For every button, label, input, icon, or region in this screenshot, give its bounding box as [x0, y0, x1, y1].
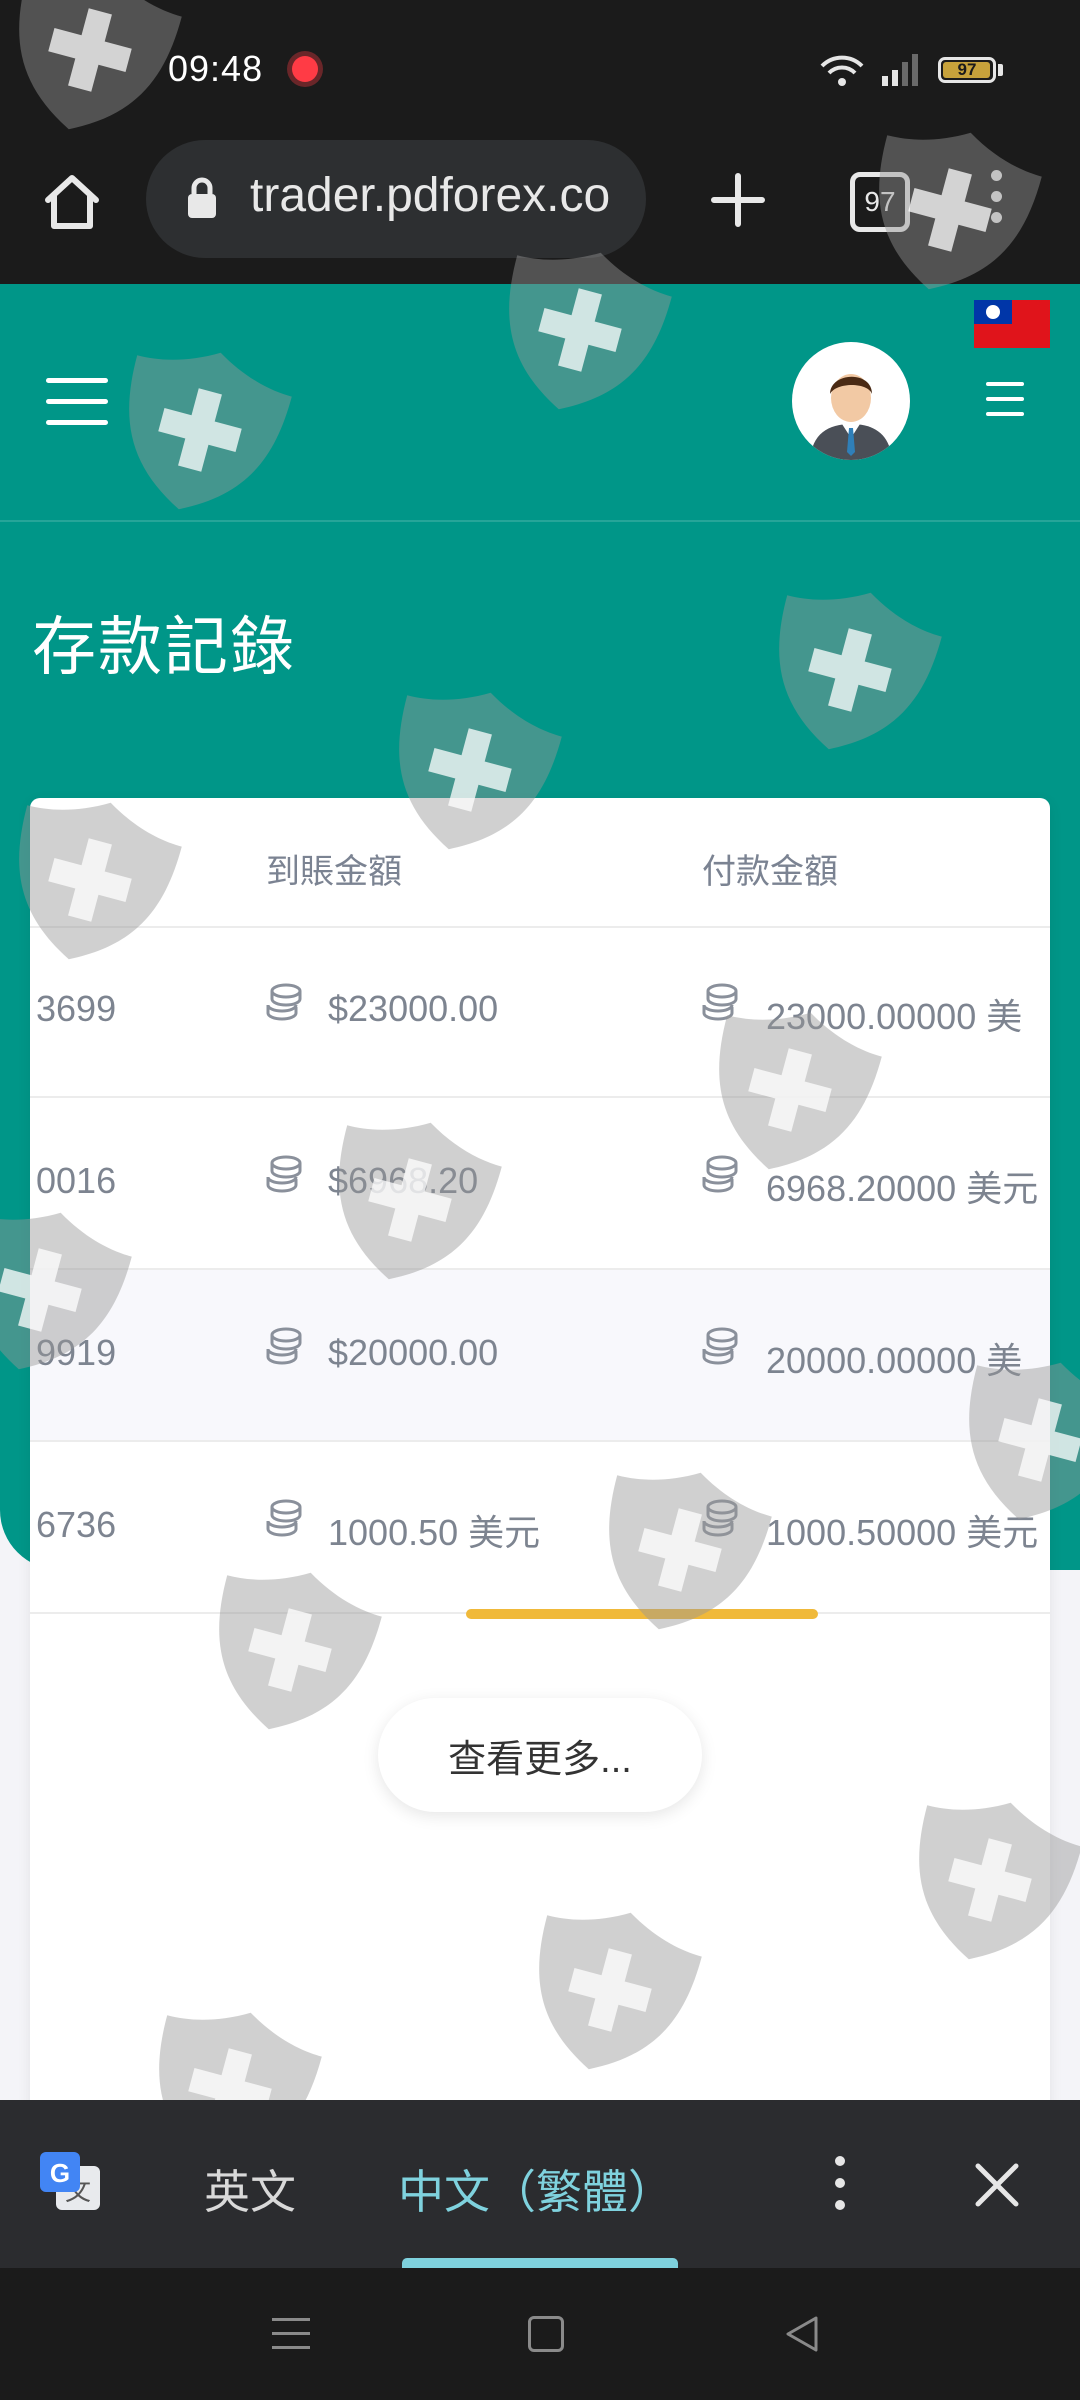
- wifi-icon: [820, 55, 864, 86]
- coins-icon: [266, 1327, 302, 1365]
- table-row[interactable]: 3699 $23000.00 23000.00000 美: [30, 926, 1050, 1098]
- row-id: 0016: [36, 1160, 117, 1201]
- status-time: 09:48: [168, 48, 264, 89]
- column-header-received: 到賬金額: [266, 853, 402, 891]
- table-header: 到賬金額 付款金額: [30, 798, 1050, 928]
- coins-icon: [266, 1155, 302, 1193]
- received-amount: $20000.00: [328, 1332, 499, 1373]
- svg-text:G: G: [50, 2158, 70, 2188]
- close-icon[interactable]: [972, 2160, 1022, 2210]
- more-vert-icon[interactable]: [984, 170, 1008, 230]
- home-icon[interactable]: [40, 170, 104, 234]
- coins-icon: [702, 1499, 738, 1537]
- table-row[interactable]: 0016 $6968.20 6968.20000 美元: [30, 1098, 1050, 1270]
- table-row[interactable]: 6736 1000.50 美元 1000.50000 美元: [30, 1442, 1050, 1614]
- page-title: 存款記錄: [32, 611, 296, 683]
- taiwan-flag-icon[interactable]: [974, 300, 1050, 348]
- avatar[interactable]: [792, 342, 910, 460]
- recent-apps-icon[interactable]: [272, 2318, 310, 2352]
- main-menu-icon[interactable]: [986, 382, 1024, 418]
- translate-bar: 文 G 英文 中文（繁體）: [0, 2100, 1080, 2268]
- battery-icon: 97: [938, 57, 996, 83]
- home-nav-icon[interactable]: [528, 2316, 564, 2352]
- back-icon[interactable]: [784, 2314, 820, 2354]
- coins-icon: [702, 1155, 738, 1193]
- battery-tip: [998, 64, 1003, 76]
- target-language-tab[interactable]: 中文（繁體）: [398, 2156, 674, 2222]
- more-vert-icon[interactable]: [830, 2156, 850, 2210]
- paid-amount: 1000.50000 美元: [766, 1512, 1039, 1553]
- paid-amount: 6968.20000 美元: [766, 1168, 1039, 1209]
- row-id: 9919: [36, 1332, 117, 1373]
- deposit-records-card: 到賬金額 付款金額 3699 $23000.00 23000.00000 美 0…: [30, 798, 1050, 2138]
- coins-icon: [266, 983, 302, 1021]
- recording-indicator-icon: [292, 56, 318, 82]
- received-amount: $23000.00: [328, 988, 499, 1029]
- status-bar: 09:48 97: [0, 0, 1080, 140]
- user-avatar-icon: [810, 374, 892, 460]
- column-header-paid: 付款金額: [702, 853, 838, 891]
- tab-switcher-button[interactable]: 97: [850, 172, 910, 232]
- view-more-button[interactable]: 查看更多...: [378, 1698, 702, 1812]
- coins-icon: [702, 1327, 738, 1365]
- paid-amount: 20000.00000 美: [766, 1340, 1023, 1381]
- battery-text: 97: [957, 60, 977, 79]
- horizontal-scrollbar[interactable]: [466, 1609, 818, 1619]
- system-nav-bar: [0, 2268, 1080, 2400]
- coins-icon: [702, 983, 738, 1021]
- table-row[interactable]: 9919 $20000.00 20000.00000 美: [30, 1270, 1050, 1442]
- received-amount: $6968.20: [328, 1160, 479, 1201]
- plus-icon[interactable]: [706, 168, 770, 232]
- google-translate-icon[interactable]: 文 G: [38, 2150, 104, 2216]
- url-text[interactable]: trader.pdforex.co: [250, 168, 632, 228]
- source-language-tab[interactable]: 英文: [204, 2156, 296, 2222]
- signal-icon: [882, 54, 918, 86]
- lock-icon: [188, 177, 216, 218]
- paid-amount: 23000.00000 美: [766, 996, 1023, 1037]
- active-language-indicator: [402, 2258, 678, 2268]
- hamburger-menu-icon[interactable]: [46, 378, 108, 426]
- row-id: 6736: [36, 1504, 117, 1545]
- row-id: 3699: [36, 988, 117, 1029]
- received-amount: 1000.50 美元: [328, 1512, 541, 1553]
- coins-icon: [266, 1499, 302, 1537]
- header-divider: [0, 520, 1080, 522]
